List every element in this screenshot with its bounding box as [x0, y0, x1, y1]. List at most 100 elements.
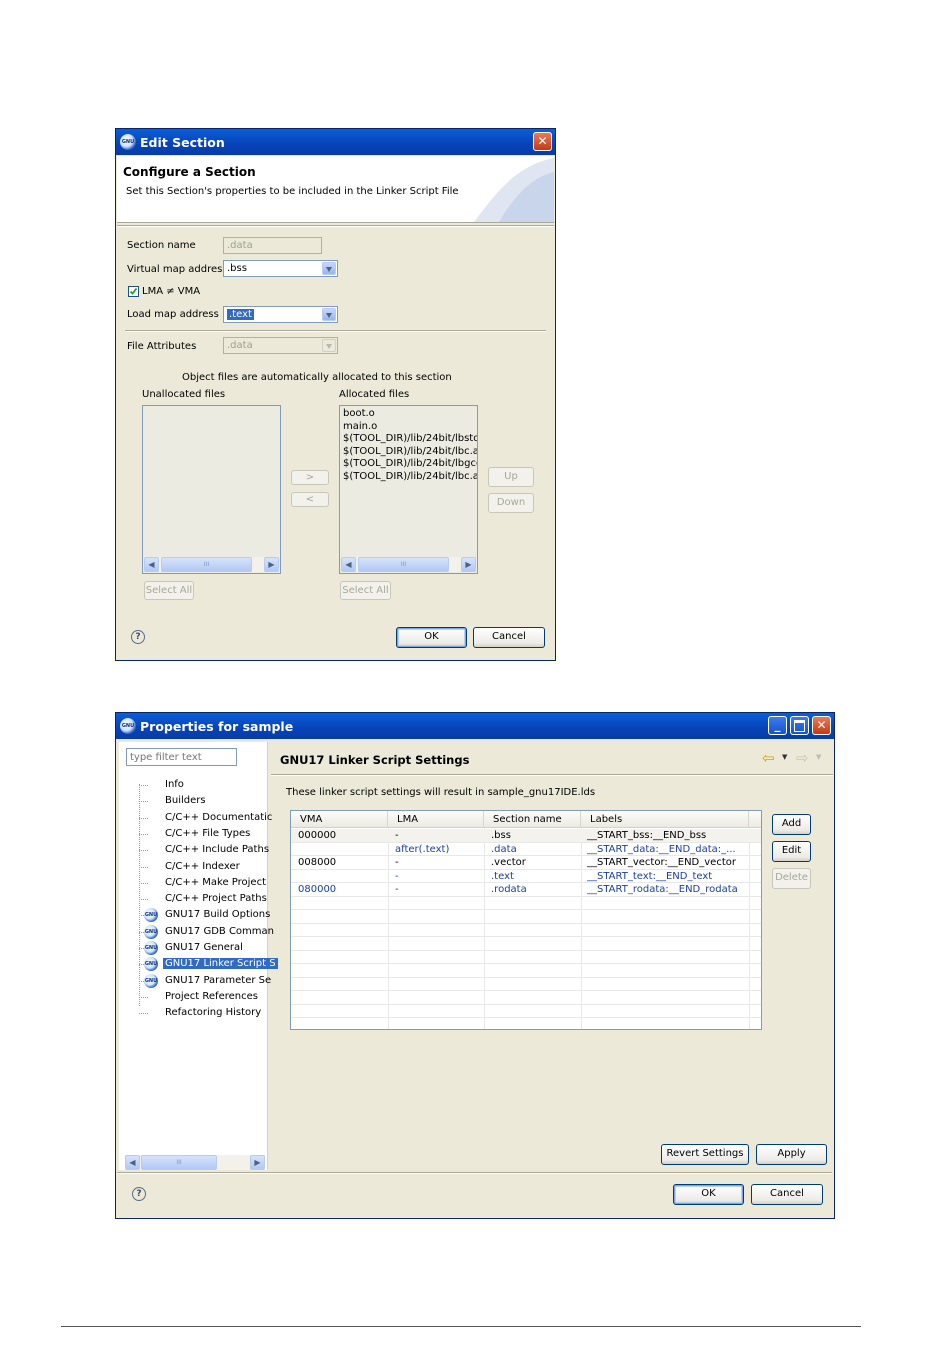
vma-select[interactable]: .bss	[223, 260, 338, 277]
table-cell-lma: -	[395, 857, 399, 868]
scroll-left-icon[interactable]: ◀	[125, 1155, 140, 1170]
gnu-page-icon: GNU	[144, 957, 158, 972]
gnu-page-icon: GNU	[144, 908, 158, 923]
row-divider	[291, 976, 761, 978]
allocated-file-item[interactable]: $(TOOL_DIR)/lib/24bit/lbstdi	[343, 433, 477, 444]
tree-item[interactable]: GNU17 GDB Comman	[165, 926, 274, 937]
delete-button[interactable]: Delete	[772, 868, 811, 889]
minimize-icon: _	[774, 718, 781, 732]
help-icon[interactable]: ?	[132, 1187, 146, 1201]
select-all-unallocated-button[interactable]: Select All	[144, 581, 194, 600]
down-button[interactable]: Down	[488, 493, 534, 513]
allocated-file-item[interactable]: $(TOOL_DIR)/lib/24bit/lbc.a	[343, 446, 477, 457]
add-button[interactable]: Add	[772, 814, 811, 835]
table-row[interactable]: 080000 - .rodata __START_rodata:__END_rodat…	[291, 883, 761, 896]
forward-dropdown-icon[interactable]: ▼	[816, 753, 821, 761]
tree-item[interactable]: GNU17 Linker Script S	[163, 958, 278, 970]
tree-item[interactable]: Builders	[165, 795, 206, 806]
minimize-button[interactable]: _	[768, 716, 787, 735]
move-right-button[interactable]: >	[291, 470, 329, 485]
scroll-right-icon[interactable]: ▶	[250, 1155, 265, 1170]
tree-item[interactable]: Info	[165, 779, 184, 790]
allocated-file-item[interactable]: $(TOOL_DIR)/lib/24bit/lbc.a	[343, 471, 477, 482]
tree-item[interactable]: C/C++ File Types	[165, 828, 250, 839]
scrollbar-thumb[interactable]: III	[161, 557, 252, 572]
column-header-lma[interactable]: LMA	[388, 811, 484, 828]
back-dropdown-icon[interactable]: ▼	[782, 753, 787, 761]
select-all-allocated-button[interactable]: Select All	[340, 581, 391, 600]
lma-checkbox[interactable]	[128, 286, 139, 297]
edit-section-titlebar[interactable]: GNU Edit Section ✕	[116, 129, 555, 155]
scroll-right-icon[interactable]: ▶	[264, 557, 279, 572]
table-row[interactable]: 008000 - .vector __START_vector:__END_vecto…	[291, 856, 761, 869]
unallocated-files-label: Unallocated files	[142, 389, 226, 400]
apply-button[interactable]: Apply	[756, 1144, 827, 1165]
tree-item[interactable]: Project References	[165, 991, 258, 1002]
tree-item[interactable]: Refactoring History	[165, 1007, 261, 1018]
table-row[interactable]: - .text __START_text:__END_text	[291, 870, 761, 883]
tree-item[interactable]: GNU17 Build Options	[165, 909, 270, 920]
allocated-files-list[interactable]: boot.o main.o $(TOOL_DIR)/lib/24bit/lbstdi…	[339, 405, 478, 574]
table-row[interactable]: 000000 - .bss __START_bss:__END_bss	[291, 829, 761, 842]
column-header-labels[interactable]: Labels	[581, 811, 749, 828]
scroll-left-icon[interactable]: ◀	[144, 557, 159, 572]
linker-script-info: These linker script settings will result…	[286, 787, 596, 798]
horizontal-scrollbar[interactable]: ◀ III ▶	[341, 557, 476, 572]
chevron-down-icon[interactable]	[322, 262, 336, 275]
scroll-left-icon[interactable]: ◀	[341, 557, 356, 572]
cancel-button[interactable]: Cancel	[473, 627, 545, 648]
chevron-down-icon[interactable]	[322, 308, 336, 321]
tree-item[interactable]: C/C++ Include Paths	[165, 844, 269, 855]
maximize-button[interactable]	[790, 716, 809, 735]
tree-item[interactable]: C/C++ Documentatic	[165, 812, 272, 823]
close-button[interactable]: ✕	[533, 132, 552, 151]
tree-horizontal-scrollbar[interactable]: ◀ III ▶	[125, 1155, 265, 1170]
table-cell-vma: 008000	[298, 857, 337, 868]
properties-dialog: GNU Properties for sample _ ✕ Info Builde…	[115, 712, 835, 1219]
scrollbar-thumb[interactable]: III	[358, 557, 449, 572]
close-icon: ✕	[537, 134, 548, 148]
scrollbar-thumb[interactable]: III	[141, 1155, 217, 1170]
column-header-vma[interactable]: VMA	[291, 811, 388, 828]
table-cell-vma: 000000	[298, 830, 337, 841]
linker-sections-table[interactable]: VMA LMA Section name Labels 000000 - .bss _…	[290, 810, 762, 1030]
tree-item[interactable]: C/C++ Indexer	[165, 861, 240, 872]
unallocated-files-list[interactable]: ◀ III ▶	[142, 405, 281, 574]
allocated-file-item[interactable]: boot.o	[343, 408, 375, 419]
table-row[interactable]: after(.text) .data __START_data:__END_data…	[291, 843, 761, 856]
allocated-file-item[interactable]: main.o	[343, 421, 377, 432]
table-cell-labels: __START_rodata:__END_rodata	[587, 884, 738, 895]
cancel-button[interactable]: Cancel	[751, 1184, 823, 1205]
close-icon: ✕	[816, 718, 827, 732]
checkmark-icon	[129, 287, 138, 295]
scroll-right-icon[interactable]: ▶	[461, 557, 476, 572]
filter-input[interactable]	[126, 748, 237, 766]
header-title: Configure a Section	[123, 165, 256, 179]
row-divider	[291, 936, 761, 937]
gnu-page-icon: GNU	[144, 941, 158, 955]
back-arrow-icon[interactable]: ⇦	[762, 749, 775, 767]
lma-checkbox-label: LMA ≠ VMA	[142, 286, 201, 297]
tree-item[interactable]: C/C++ Make Project	[165, 877, 266, 888]
tree-item[interactable]: C/C++ Project Paths	[165, 893, 267, 904]
file-attributes-select[interactable]: .data	[223, 337, 338, 354]
lma-select[interactable]: .text	[223, 306, 338, 323]
help-icon[interactable]: ?	[131, 630, 145, 644]
table-cell-labels: __START_vector:__END_vector	[587, 857, 736, 868]
section-name-field[interactable]: .data	[223, 237, 322, 254]
forward-arrow-icon[interactable]: ⇨	[796, 749, 809, 767]
column-header-section-name[interactable]: Section name	[484, 811, 581, 828]
allocated-file-item[interactable]: $(TOOL_DIR)/lib/24bit/lbgcc	[343, 458, 477, 469]
up-button[interactable]: Up	[488, 467, 534, 487]
ok-button[interactable]: OK	[673, 1184, 744, 1205]
move-left-button[interactable]: <	[291, 492, 329, 507]
ok-button[interactable]: OK	[396, 627, 467, 648]
tree-item[interactable]: GNU17 Parameter Se	[165, 975, 271, 986]
tree-item[interactable]: GNU17 General	[165, 942, 243, 953]
close-button[interactable]: ✕	[812, 716, 831, 735]
properties-titlebar[interactable]: GNU Properties for sample _ ✕	[116, 713, 834, 739]
revert-settings-button[interactable]: Revert Settings	[661, 1144, 749, 1165]
horizontal-scrollbar[interactable]: ◀ III ▶	[144, 557, 279, 572]
table-cell-lma: -	[395, 884, 399, 895]
edit-button[interactable]: Edit	[772, 841, 811, 862]
